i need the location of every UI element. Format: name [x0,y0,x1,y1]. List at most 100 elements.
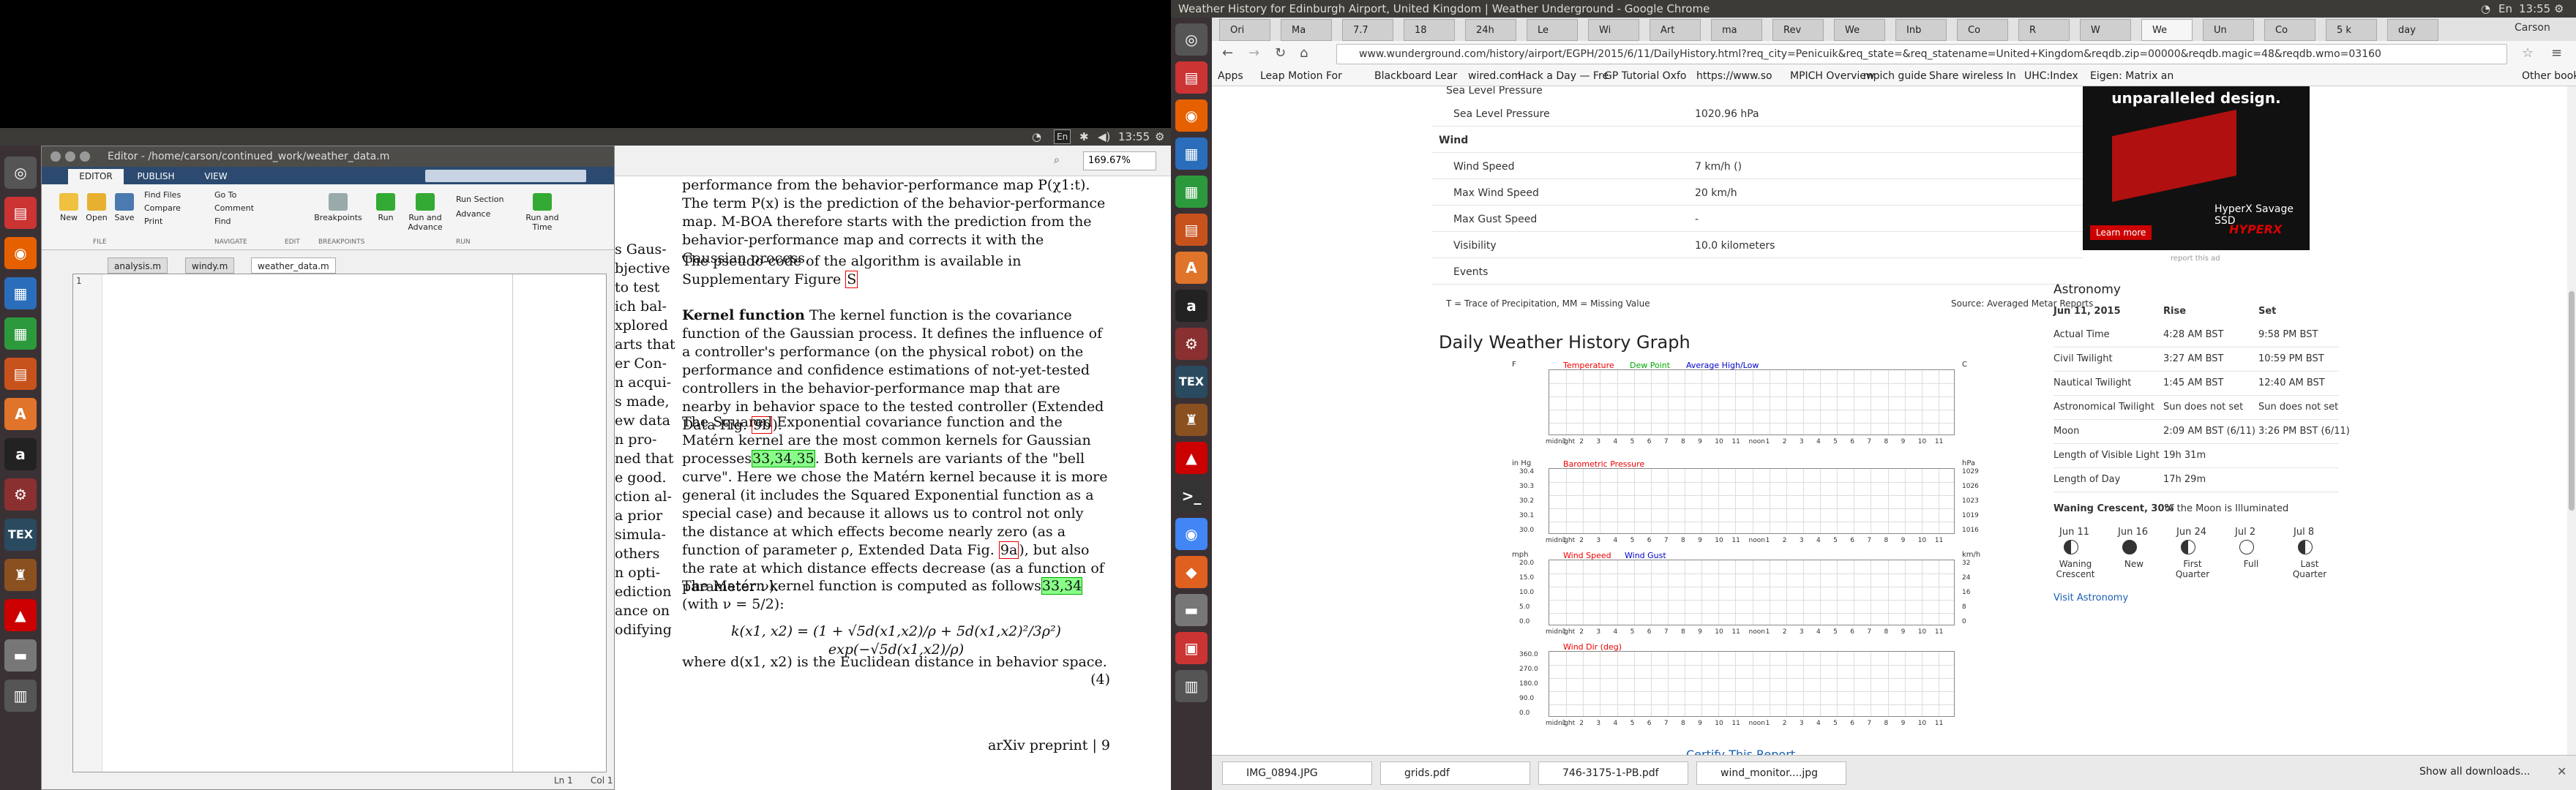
minimize-icon[interactable] [65,151,75,162]
volume-icon[interactable]: ◀) [1098,128,1110,146]
save-button[interactable]: Save [112,193,137,222]
app-icon[interactable]: ♜ [1175,404,1208,436]
bookmark-item[interactable]: Eigen: Matrix an [2090,70,2174,82]
browser-tab[interactable]: Ori [1219,19,1270,41]
hyperx-ad[interactable]: unparalleled design. HyperX Savage SSD L… [2083,86,2310,250]
clock[interactable]: 13:55 [1118,128,1150,146]
app-icon[interactable]: ♜ [4,559,37,591]
app2-icon[interactable]: ◆ [1175,556,1208,588]
firefox-icon[interactable]: ◉ [1175,99,1208,132]
files-icon[interactable]: ▤ [4,197,37,229]
bookmark-item[interactable]: Blackboard Lear [1374,70,1457,82]
writer-icon[interactable]: ▦ [4,277,37,309]
file-tab-windy[interactable]: windy.m [185,257,235,274]
find-button[interactable]: Find [214,217,231,226]
code-editor[interactable]: 1 [72,274,607,772]
new-button[interactable]: New [56,193,81,222]
browser-tab[interactable]: 5 k [2326,19,2377,41]
matlab-icon[interactable]: ▲ [1175,442,1208,474]
browser-tab[interactable]: Art [1650,19,1701,41]
home-icon[interactable]: ⌂ [1300,45,1308,61]
software-center-icon[interactable]: A [4,398,37,430]
address-bar[interactable]: www.wunderground.com/history/airport/EGP… [1336,44,2507,64]
software-center-icon[interactable]: A [1175,252,1208,284]
browser-tab[interactable]: Un [2203,19,2254,41]
settings-gear-icon[interactable]: ⚙ [2554,0,2564,18]
browser-tab[interactable]: W [2080,19,2131,41]
bluetooth-icon[interactable]: ✱ [1079,128,1089,146]
clock[interactable]: 13:55 [2519,0,2550,18]
drive-icon[interactable]: ▬ [4,639,37,672]
browser-tab[interactable]: day [2387,19,2438,41]
print-button[interactable]: Print [144,217,162,226]
download-item[interactable]: IMG_0894.JPG [1222,761,1372,785]
browser-tab[interactable]: We [2141,19,2193,41]
bookmark-item[interactable]: Share wireless In [1929,70,2016,82]
menu-icon[interactable]: ≡ [2551,45,2562,61]
browser-tab[interactable]: We [1834,19,1885,41]
browser-tab[interactable]: 18 [1404,19,1455,41]
browser-tab[interactable]: Wi [1588,19,1639,41]
bookmark-item[interactable]: wired.com [1468,70,1521,82]
tab-publish[interactable]: PUBLISH [128,169,184,184]
amazon-icon[interactable]: a [1175,290,1208,322]
bookmark-item[interactable]: Hack a Day — Fre [1518,70,1609,82]
maximize-icon[interactable] [80,151,90,162]
breakpoints-button[interactable]: Breakpoints [312,193,364,222]
back-icon[interactable]: ← [1222,45,1233,61]
show-all-downloads[interactable]: Show all downloads... [2419,766,2530,778]
browser-tab[interactable]: Le [1527,19,1578,41]
close-downloads-icon[interactable]: ✕ [2557,764,2566,778]
browser-tab[interactable]: 7.7 [1342,19,1393,41]
download-item[interactable]: wind_monitor....jpg [1696,761,1846,785]
search-icon[interactable]: ⌕ [1054,154,1060,166]
wifi-icon[interactable]: ◔ [2481,0,2490,18]
writer-icon[interactable]: ▦ [1175,138,1208,170]
app3-icon[interactable]: ▣ [1175,632,1208,664]
browser-tab[interactable]: 24h [1465,19,1516,41]
go-to-button[interactable]: Go To [214,190,236,200]
bookmark-item[interactable]: mpich guide [1863,70,1927,82]
trash-icon[interactable]: ▥ [4,680,37,712]
calc-icon[interactable]: ▦ [4,317,37,350]
firefox-icon[interactable]: ◉ [4,237,37,269]
find-files-button[interactable]: Find Files [144,190,181,200]
drive-icon[interactable]: ▬ [1175,594,1208,626]
tex-icon[interactable]: TEX [1175,366,1208,398]
run-button[interactable]: Run [371,193,400,222]
citation-1[interactable]: 33,34,35 [752,450,815,467]
close-icon[interactable] [50,151,61,162]
system-settings-icon[interactable]: ⚙ [1175,328,1208,360]
extended-fig-ref-9a[interactable]: 9a [998,541,1019,559]
impress-icon[interactable]: ▤ [1175,214,1208,246]
download-item[interactable]: 746-3175-1-PB.pdf [1538,761,1688,785]
visit-astronomy-link[interactable]: Visit Astronomy [2053,592,2128,603]
wifi-icon[interactable]: ◔ [1032,128,1041,146]
tex-icon[interactable]: TEX [4,519,37,551]
files-icon[interactable]: ▤ [1175,61,1208,94]
chrome-icon[interactable]: ◉ [1175,518,1208,550]
bookmark-item[interactable]: Leap Motion For [1260,70,1342,82]
download-item[interactable]: grids.pdf [1380,761,1530,785]
forward-icon[interactable]: → [1248,45,1259,61]
calc-icon[interactable]: ▦ [1175,176,1208,208]
supplementary-figure-ref[interactable]: S [845,271,858,288]
comment-button[interactable]: Comment [214,203,254,213]
bookmark-item[interactable]: MPICH Overview [1790,70,1874,82]
browser-tab[interactable]: Co [2264,19,2315,41]
trash-icon[interactable]: ▥ [1175,670,1208,702]
system-settings-icon[interactable]: ⚙ [4,478,37,511]
tab-view[interactable]: VIEW [188,169,244,184]
dash-icon[interactable]: ◎ [1175,23,1208,56]
compare-button[interactable]: Compare [144,203,181,213]
keyboard-indicator[interactable]: En [2498,0,2512,18]
report-ad-link[interactable]: report this ad [2171,255,2220,263]
bookmark-star-icon[interactable]: ☆ [2522,45,2534,61]
bookmark-item[interactable]: Apps [1218,70,1243,82]
bookmark-item[interactable]: GP Tutorial Oxfo [1604,70,1686,82]
reload-icon[interactable]: ↻ [1275,45,1286,61]
open-button[interactable]: Open [84,193,109,222]
impress-icon[interactable]: ▤ [4,358,37,390]
keyboard-indicator[interactable]: En [1054,129,1071,144]
bookmark-item[interactable]: Other bookmarks [2522,70,2576,82]
